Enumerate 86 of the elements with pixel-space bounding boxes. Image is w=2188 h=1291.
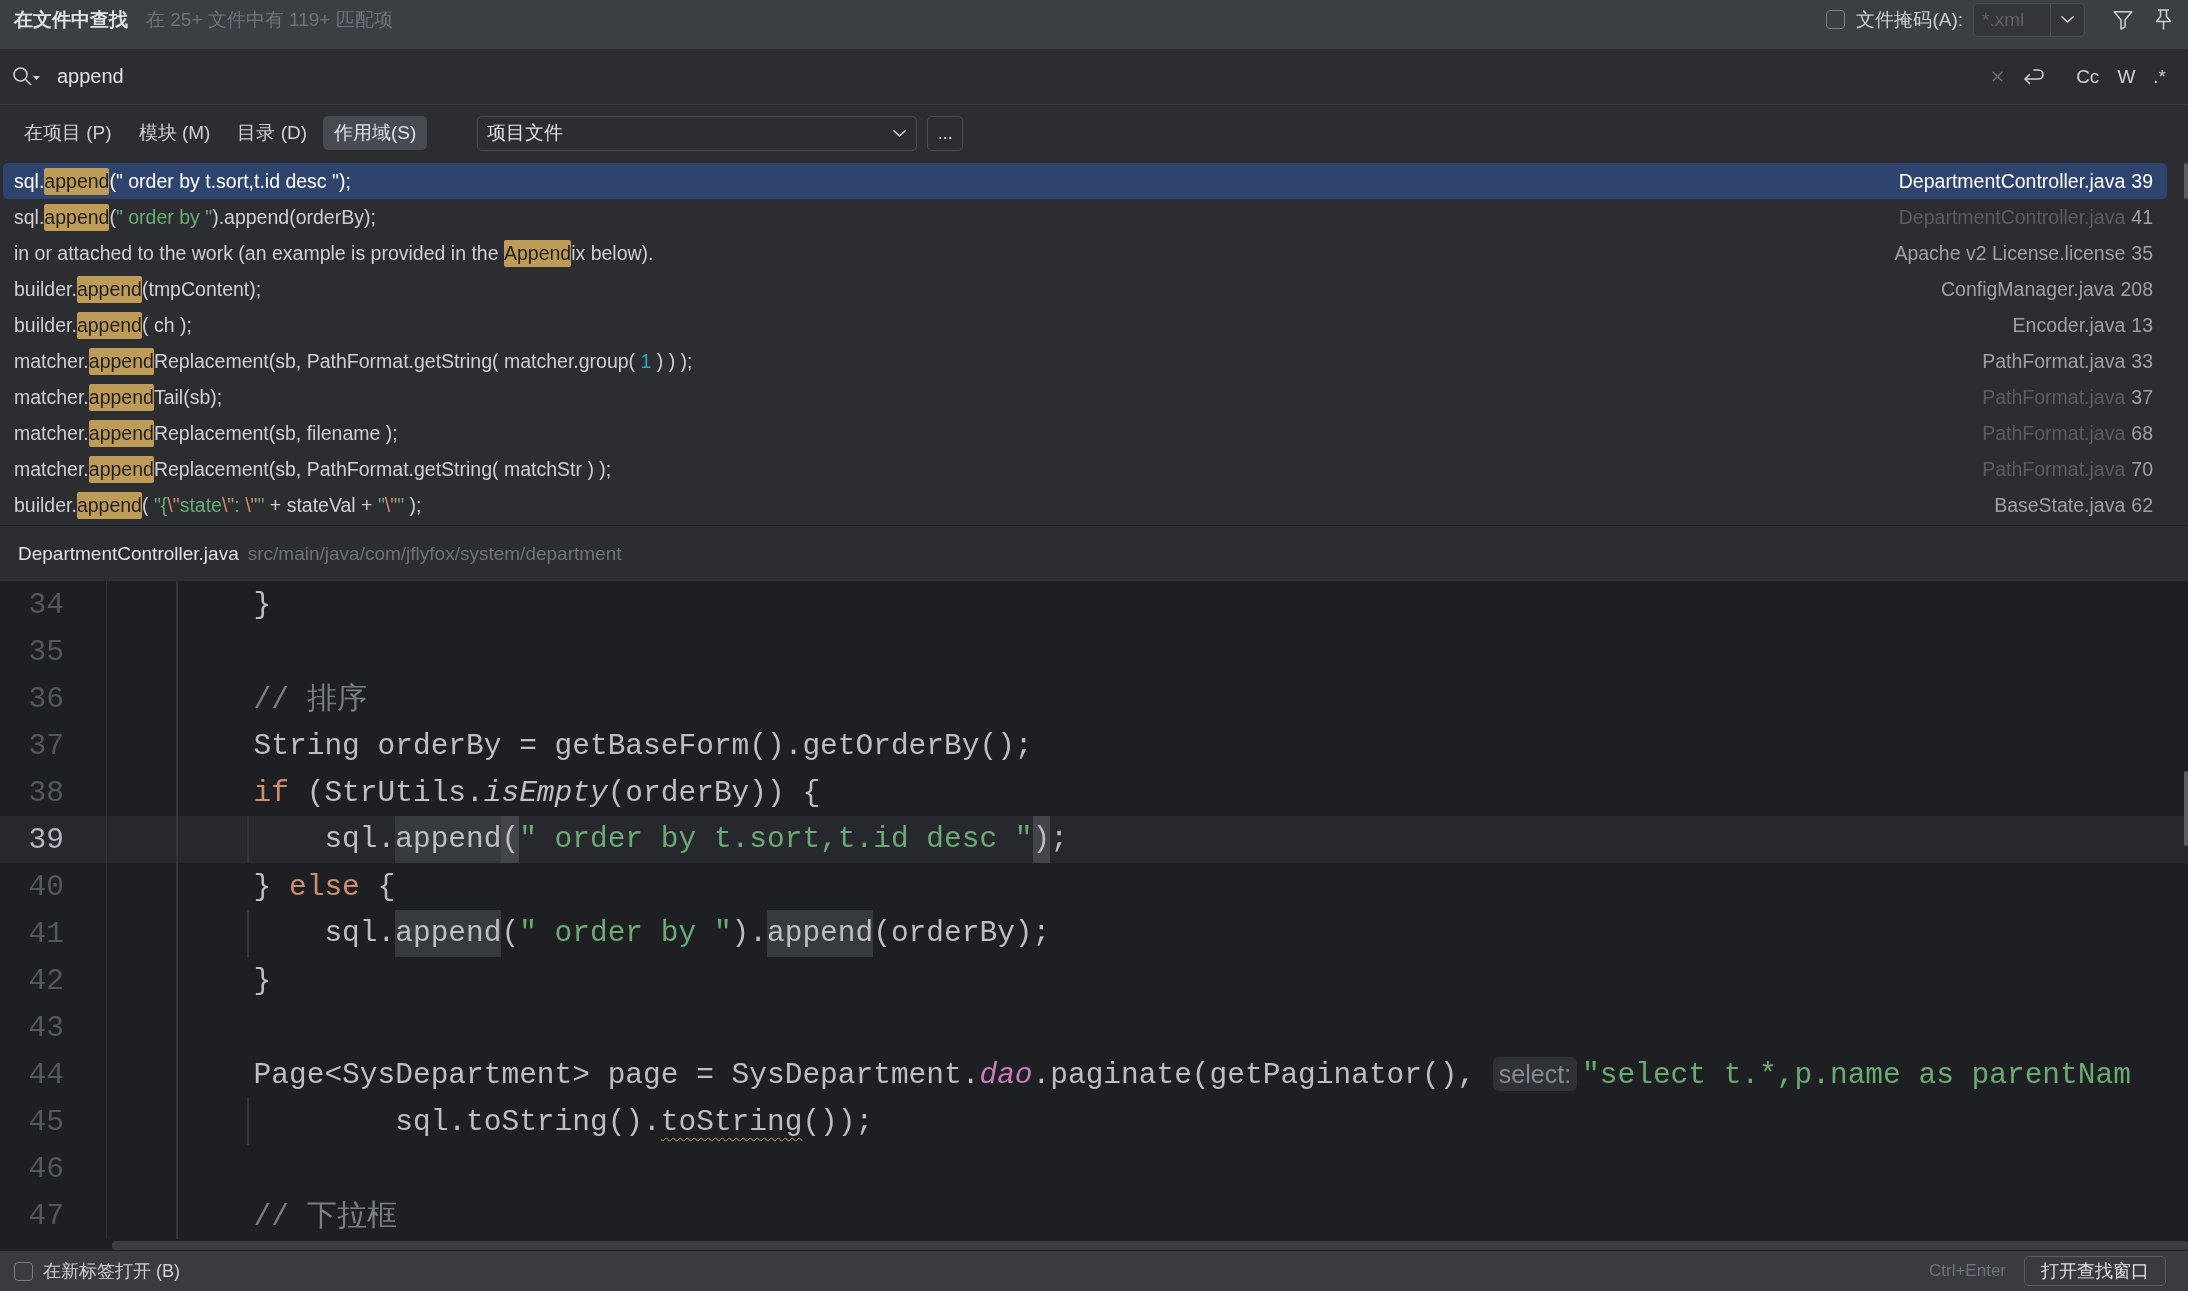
result-line-number: 33 — [2131, 349, 2153, 373]
checkbox[interactable] — [1826, 10, 1846, 29]
horizontal-scrollbar[interactable] — [112, 1240, 2188, 1250]
result-line-number: 13 — [2131, 313, 2153, 337]
code-line: // 下拉框 — [253, 1198, 397, 1236]
newline-icon[interactable] — [2023, 68, 2045, 85]
result-line-number: 41 — [2131, 205, 2153, 229]
scope-tab[interactable]: 作用域(S) — [323, 116, 428, 150]
result-snippet: matcher.appendReplacement(sb, PathFormat.getString( matchStr ) ); — [14, 455, 612, 483]
code-line: } else { — [253, 869, 396, 904]
result-file-name: PathFormat.java — [1982, 349, 2126, 373]
search-result-row[interactable]: builder.append(tmpContent); ConfigManager.java 208 — [3, 271, 2167, 307]
clear-icon[interactable] — [1992, 71, 2004, 82]
scope-tab[interactable]: 目录 (D) — [226, 116, 319, 150]
line-number: 43 — [28, 1010, 64, 1045]
window-title: 在文件中查找 — [14, 7, 128, 32]
line-number: 38 — [28, 775, 64, 810]
result-line-number: 39 — [2131, 169, 2153, 193]
vertical-scrollbar[interactable] — [2184, 163, 2188, 199]
chevron-icon — [893, 129, 907, 137]
search-option-toggle[interactable]: Cc — [2070, 63, 2106, 90]
code-line: sql.toString().toString()); — [395, 1104, 874, 1139]
line-number: 37 — [28, 728, 64, 763]
search-field[interactable]: append — [57, 65, 1993, 88]
code-line: } — [253, 963, 272, 998]
result-snippet: matcher.appendReplacement(sb, filename ); — [14, 419, 398, 447]
line-number: 40 — [28, 869, 64, 904]
search-result-row[interactable]: in or attached to the work (an example is provided in the Appendix below). Apache v2 License.license 35 — [3, 235, 2167, 271]
line-number: 47 — [28, 1198, 64, 1233]
shortcut-hint: Ctrl+Enter — [1929, 1261, 2006, 1281]
result-snippet: in or attached to the work (an example is provided in the Appendix below). — [14, 239, 654, 267]
code-line: Page<SysDepartment> page = SysDepartment.dao.paginate(getPaginator(), select: "select t.*,p.name as parentNam — [253, 1057, 2131, 1092]
result-snippet: sql.append(" order by ").append(orderBy); — [14, 203, 376, 231]
result-file-name: Apache v2 License.license — [1894, 241, 2126, 265]
result-snippet: sql.append(" order by t.sort,t.id desc "); — [14, 167, 351, 195]
code-line: } — [253, 587, 272, 622]
result-snippet: matcher.appendTail(sb); — [14, 383, 223, 411]
result-file-name: DepartmentController.java — [1898, 169, 2126, 193]
line-number: 35 — [28, 634, 64, 669]
search-result-row[interactable]: sql.append(" order by t.sort,t.id desc "); DepartmentController.java 39 — [3, 163, 2167, 199]
result-line-number: 62 — [2131, 493, 2153, 517]
scope-tab[interactable]: 在项目 (P) — [13, 116, 123, 150]
search-icon[interactable] — [13, 67, 40, 86]
search-result-row[interactable]: builder.append( ch ); Encoder.java 13 — [3, 307, 2167, 343]
line-number: 42 — [28, 963, 64, 998]
new-tab-label: 在新标签打开 (B) — [43, 1260, 180, 1283]
result-snippet: matcher.appendReplacement(sb, PathFormat.getString( matcher.group( 1 ) ) ); — [14, 347, 693, 375]
scope-dropdown[interactable]: 项目文件 — [477, 115, 918, 151]
more-button[interactable]: ... — [927, 115, 964, 151]
search-option-toggle[interactable]: .* — [2147, 63, 2172, 90]
scope-tab[interactable]: 模块 (M) — [127, 116, 222, 150]
code-line: sql.append(" order by t.sort,t.id desc "); — [324, 816, 1068, 863]
result-snippet: builder.append( ch ); — [14, 311, 192, 339]
line-number: 36 — [28, 681, 64, 716]
result-file-name: Encoder.java — [2012, 313, 2126, 337]
line-number: 39 — [28, 822, 64, 857]
code-line: if (StrUtils.isEmpty(orderBy)) { — [253, 775, 821, 810]
result-line-number: 35 — [2131, 241, 2153, 265]
line-number: 44 — [28, 1057, 64, 1092]
line-number: 34 — [28, 587, 64, 622]
vertical-scrollbar[interactable] — [2184, 771, 2188, 846]
code-line: // 排序 — [253, 681, 367, 719]
preview-file-path: src/main/java/com/jflyfox/system/department — [247, 542, 622, 565]
result-line-number: 70 — [2131, 457, 2153, 481]
result-file-name: BaseState.java — [1994, 493, 2126, 517]
code-line: String orderBy = getBaseForm().getOrderBy(); — [253, 728, 1033, 763]
filter-icon[interactable] — [2113, 9, 2133, 30]
result-line-number: 208 — [2120, 277, 2153, 301]
chevron-icon — [2061, 16, 2074, 23]
code-line: sql.append(" order by ").append(orderBy); — [324, 910, 1051, 957]
result-line-number: 68 — [2131, 421, 2153, 445]
file-mask-label: 文件掩码(A): — [1856, 7, 1963, 32]
pin-icon[interactable] — [2155, 9, 2172, 30]
search-result-row[interactable]: builder.append( "{\"state\": \"" + stateVal + "\"" ); BaseState.java 62 — [3, 487, 2167, 523]
line-number: 41 — [28, 916, 64, 951]
search-option-toggle[interactable]: W — [2111, 63, 2142, 90]
search-result-row[interactable]: matcher.appendReplacement(sb, PathFormat.getString( matcher.group( 1 ) ) ); PathFormat.java 33 — [3, 343, 2167, 379]
open-find-window-button[interactable]: 打开查找窗口 — [2024, 1256, 2166, 1286]
checkbox[interactable] — [14, 1261, 33, 1281]
result-snippet: builder.append( "{\"state\": \"" + stateVal + "\"" ); — [14, 491, 422, 519]
line-number: 45 — [28, 1104, 64, 1139]
line-number: 46 — [28, 1151, 64, 1186]
preview-file-name: DepartmentController.java — [18, 542, 239, 565]
result-snippet: builder.append(tmpContent); — [14, 275, 262, 303]
result-line-number: 37 — [2131, 385, 2153, 409]
result-file-name: ConfigManager.java — [1941, 277, 2115, 301]
